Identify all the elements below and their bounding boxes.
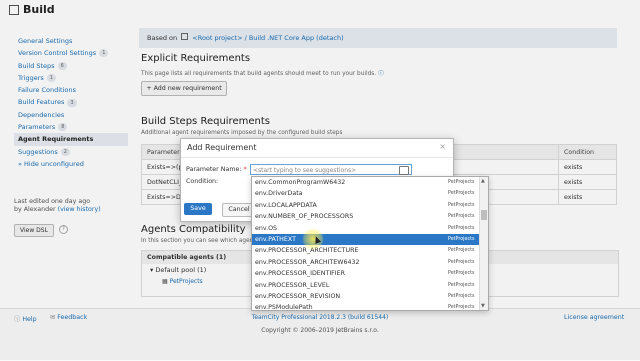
suggestion-project: PetProjects [448, 282, 475, 288]
suggestion-item[interactable]: env.PROCESSOR_ARCHITECTURE PetProjects [252, 245, 479, 256]
required-mark: * [243, 166, 247, 173]
suggestion-name: env.OS [255, 224, 278, 232]
parameter-name-placeholder: <start typing to see suggestions> [253, 167, 357, 174]
suggestion-item[interactable]: env.OS PetProjects [252, 223, 479, 234]
suggestion-item[interactable]: env.LOCALAPPDATA PetProjects [252, 200, 479, 211]
suggestion-item[interactable]: env.PROCESSOR_IDENTIFIER PetProjects [252, 268, 479, 279]
suggestion-item[interactable]: env.DriverData PetProjects [252, 188, 479, 199]
suggestion-project: PetProjects [448, 214, 475, 220]
suggestion-name: env.CommonProgramW6432 [255, 179, 346, 186]
suggestion-name: env.PROCESSOR_LEVEL [255, 281, 330, 289]
dropdown-scrollbar[interactable]: ▲ ▼ [479, 177, 488, 310]
suggestion-project: PetProjects [448, 259, 475, 265]
suggestion-name: env.PROCESSOR_REVISION [255, 293, 341, 300]
suggestion-project: PetProjects [448, 271, 475, 277]
dialog-title: Add Requirement [187, 143, 257, 152]
dialog-divider [181, 157, 453, 158]
suggestion-project: PetProjects [448, 191, 475, 197]
suggestion-name: env.NUMBER_OF_PROCESSORS [255, 213, 354, 221]
suggestion-name: env.PATHEXT [255, 236, 296, 243]
suggestion-project: PetProjects [448, 180, 475, 185]
condition-label: Condition: [186, 178, 219, 185]
suggestion-item[interactable]: env.PROCESSOR_REVISION PetProjects [252, 291, 479, 302]
suggestion-name: env.PSModulePath [255, 304, 313, 311]
close-icon[interactable]: × [439, 142, 446, 151]
suggestion-project: PetProjects [448, 202, 475, 208]
suggestion-item[interactable]: env.CommonProgramW6432 PetProjects [252, 177, 479, 188]
suggestion-name: env.PROCESSOR_IDENTIFIER [255, 270, 346, 278]
suggestion-project: PetProjects [448, 294, 475, 299]
suggestion-name: env.LOCALAPPDATA [255, 201, 317, 209]
parameter-name-input[interactable]: <start typing to see suggestions> [250, 164, 412, 175]
scroll-up-arrow-icon[interactable]: ▲ [481, 178, 485, 184]
suggestions-list-icon[interactable] [399, 166, 409, 175]
scroll-down-arrow-icon[interactable]: ▼ [481, 303, 485, 309]
suggestion-project: PetProjects [448, 237, 475, 242]
suggestion-project: PetProjects [448, 305, 475, 311]
scrollbar-thumb[interactable] [481, 210, 487, 220]
suggestions-dropdown[interactable]: env.CommonProgramW6432 PetProjects env.Dr… [251, 176, 489, 311]
suggestion-item[interactable]: env.PROCESSOR_ARCHITEW6432 PetProjects [252, 257, 479, 268]
suggestion-item[interactable]: env.PSModulePath PetProjects [252, 302, 479, 311]
save-button[interactable]: Save [184, 203, 212, 215]
suggestion-project: PetProjects [448, 225, 475, 231]
suggestion-name: env.PROCESSOR_ARCHITEW6432 [255, 258, 360, 266]
suggestion-item-selected[interactable]: env.PATHEXT PetProjects [252, 234, 479, 246]
parameter-name-label-text: Parameter Name: [186, 166, 242, 173]
suggestion-item[interactable]: env.PROCESSOR_LEVEL PetProjects [252, 280, 479, 291]
suggestion-item[interactable]: env.NUMBER_OF_PROCESSORS PetProjects [252, 211, 479, 222]
suggestion-project: PetProjects [448, 248, 475, 254]
suggestion-name: env.DriverData [255, 190, 303, 198]
parameter-name-label: Parameter Name: * [186, 166, 247, 173]
